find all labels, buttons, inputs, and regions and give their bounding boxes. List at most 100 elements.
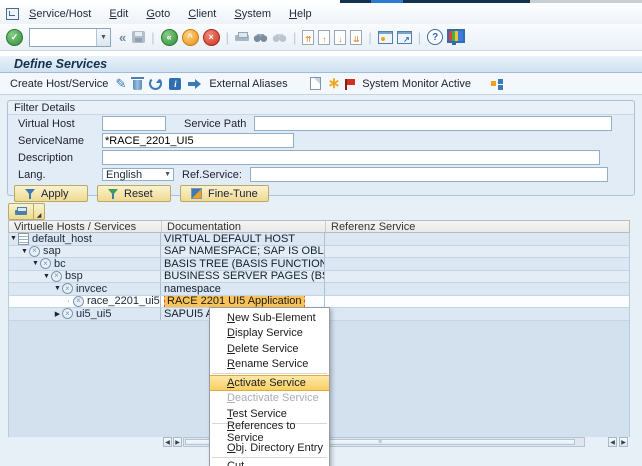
command-field[interactable]: ▼: [29, 28, 111, 47]
menu-system[interactable]: System: [234, 8, 271, 20]
fine-tune-icon: [191, 188, 202, 199]
menu-item-cut[interactable]: Cut: [210, 459, 329, 466]
menu-separator: [212, 373, 327, 374]
expand-collapse-icon[interactable]: ▶: [53, 310, 62, 318]
service-icon: ×: [51, 271, 62, 282]
scroll-right-icon-right-pane[interactable]: ▶: [619, 437, 628, 447]
language-label: Lang.: [18, 169, 102, 181]
service-path-label: Service Path: [184, 118, 246, 130]
menu-item-new-sub-element[interactable]: New Sub-Element: [210, 310, 329, 326]
info-icon[interactable]: i: [169, 78, 181, 90]
apply-button[interactable]: Apply: [14, 185, 88, 202]
scroll-right-icon[interactable]: ▶: [173, 437, 182, 447]
expand-collapse-icon[interactable]: ▼: [31, 260, 40, 267]
menu-item-rename-service[interactable]: Rename Service: [210, 357, 329, 373]
exit-icon[interactable]: ^: [182, 29, 199, 46]
system-menu-icon[interactable]: [6, 8, 19, 20]
menu-help[interactable]: Help: [289, 8, 312, 20]
back-icon[interactable]: «: [161, 29, 178, 46]
ref-service-input[interactable]: [250, 167, 608, 182]
filter-details-panel: Filter Details Virtual Host Service Path…: [7, 100, 635, 196]
filter-details-header: Filter Details: [8, 101, 634, 115]
help-icon[interactable]: ?: [427, 29, 443, 45]
previous-page-icon[interactable]: ↑: [318, 30, 330, 45]
command-dropdown-icon[interactable]: ▼: [96, 29, 110, 46]
next-page-icon[interactable]: ↓: [334, 30, 346, 45]
expand-collapse-icon[interactable]: ▼: [53, 285, 62, 292]
menu-item-delete-service[interactable]: Delete Service: [210, 341, 329, 357]
create-host-service-button[interactable]: Create Host/Service: [10, 78, 108, 90]
print-icon[interactable]: [235, 32, 249, 43]
print-tree-button[interactable]: ◢: [8, 203, 45, 220]
filter-details-title: Filter Details: [14, 102, 75, 114]
menu-bar: Service/Host Edit Goto Client System Hel…: [0, 3, 642, 24]
context-menu: New Sub-Element Display Service Delete S…: [209, 307, 330, 466]
service-path-input[interactable]: [254, 116, 612, 131]
table-row[interactable]: ▼×bc BASIS TREE (BASIS FUNCTIONS): [9, 258, 629, 271]
refresh-icon[interactable]: [149, 77, 162, 90]
enter-icon[interactable]: ✓: [6, 29, 23, 46]
external-aliases-button[interactable]: External Aliases: [209, 78, 287, 90]
service-icon: ×: [62, 283, 73, 294]
expand-collapse-icon[interactable]: ▼: [9, 235, 18, 242]
menu-separator: [212, 457, 327, 458]
virtual-host-input[interactable]: [102, 116, 166, 131]
copy-page-icon[interactable]: [310, 77, 321, 90]
last-page-icon[interactable]: ⇊: [350, 30, 362, 45]
toolbar-separator: |: [226, 30, 229, 45]
filter-reset-icon: [108, 189, 118, 199]
table-row[interactable]: ▼×invcec namespace: [9, 283, 629, 296]
system-monitor-active-label: System Monitor Active: [362, 78, 471, 90]
external-aliases-arrow-icon[interactable]: [188, 80, 202, 88]
expand-collapse-icon[interactable]: ▼: [42, 273, 51, 280]
virtual-host-label: Virtual Host: [18, 118, 102, 130]
command-input[interactable]: [30, 29, 96, 46]
scroll-left-icon[interactable]: ◀: [163, 437, 172, 447]
description-input[interactable]: [102, 150, 600, 165]
menu-goto[interactable]: Goto: [146, 8, 170, 20]
menu-service-host[interactable]: Service/Host: [29, 8, 91, 20]
reset-button[interactable]: Reset: [97, 185, 171, 202]
edit-pencil-icon[interactable]: ✎: [115, 77, 126, 90]
scroll-left-icon-right-pane[interactable]: ◀: [608, 437, 617, 447]
menu-item-activate-service[interactable]: Activate Service: [210, 375, 329, 391]
table-row[interactable]: ▼×sap SAP NAMESPACE; SAP IS OBLIGED NOT …: [9, 246, 629, 259]
find-icon[interactable]: [253, 32, 268, 43]
toolbar-separator: |: [151, 30, 154, 45]
menu-item-test-service[interactable]: Test Service: [210, 406, 329, 422]
create-shortcut-icon[interactable]: [397, 31, 412, 44]
flag-icon: [347, 79, 355, 85]
menu-item-obj-directory-entry[interactable]: Obj. Directory Entry: [210, 440, 329, 456]
service-name-input[interactable]: [102, 133, 294, 148]
toolbar-separator: |: [293, 30, 296, 45]
collapse-icon[interactable]: «: [119, 30, 126, 45]
service-icon: ×: [73, 296, 84, 307]
first-page-icon[interactable]: ⇈: [302, 30, 314, 45]
customize-layout-icon[interactable]: [447, 29, 465, 43]
column-header-hosts: Virtuelle Hosts / Services: [9, 221, 162, 232]
menu-item-references-to-service[interactable]: References to Service: [210, 425, 329, 441]
new-session-icon[interactable]: [378, 31, 393, 44]
tree-header-row: Virtuelle Hosts / Services Documentation…: [8, 220, 630, 233]
chevron-down-icon: ▼: [164, 171, 173, 178]
description-label: Description: [18, 152, 102, 164]
print-options-dropdown[interactable]: ◢: [34, 203, 45, 220]
menu-client[interactable]: Client: [188, 8, 216, 20]
cancel-icon[interactable]: ×: [203, 29, 220, 46]
toolbar-separator: |: [368, 30, 371, 45]
fine-tune-button[interactable]: Fine-Tune: [180, 185, 269, 202]
host-icon: [18, 233, 29, 245]
expand-collapse-icon[interactable]: ▼: [20, 248, 29, 255]
table-row[interactable]: ▼×bsp BUSINESS SERVER PAGES (BSP) RUNTIM…: [9, 271, 629, 284]
menu-item-deactivate-service: Deactivate Service: [210, 391, 329, 407]
menu-item-display-service[interactable]: Display Service: [210, 326, 329, 342]
service-icon: ×: [62, 308, 73, 319]
language-select[interactable]: English ▼: [102, 168, 174, 181]
hierarchy-icon[interactable]: [491, 81, 496, 86]
selected-documentation-cell[interactable]: RACE 2201 UI5 Application: [164, 296, 305, 308]
table-row[interactable]: ▼default_host VIRTUAL DEFAULT HOST: [9, 233, 629, 246]
save-icon[interactable]: [132, 31, 145, 43]
find-next-icon[interactable]: [272, 32, 287, 43]
menu-edit[interactable]: Edit: [109, 8, 128, 20]
delete-icon[interactable]: [133, 80, 142, 90]
